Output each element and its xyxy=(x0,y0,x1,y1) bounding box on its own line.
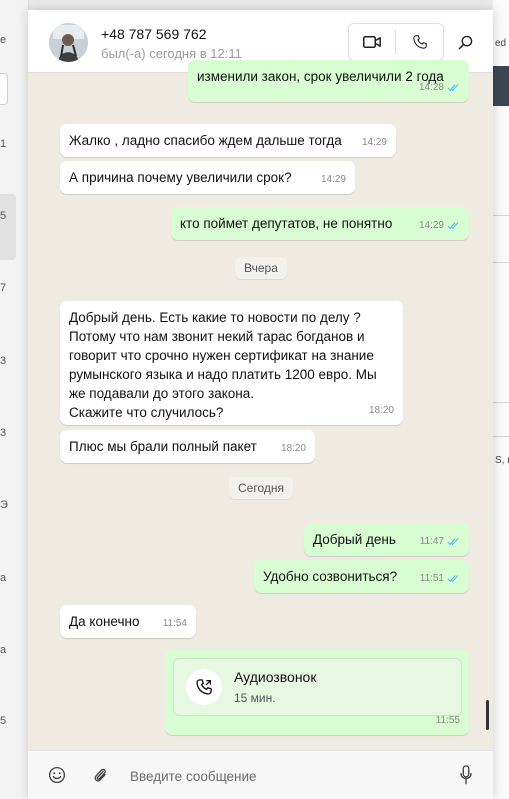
message-meta: 11:55 xyxy=(436,711,460,730)
contact-name[interactable]: +48 787 569 762 xyxy=(101,26,207,42)
background-dark-bar xyxy=(493,66,509,106)
date-separator: Сегодня xyxy=(229,477,293,499)
emoji-icon xyxy=(48,766,66,784)
background-divider xyxy=(493,215,509,216)
message-time: 18:20 xyxy=(368,405,394,416)
message-meta: 14:29 xyxy=(362,133,387,152)
background-divider xyxy=(493,436,509,437)
date-separator: Вчера xyxy=(235,257,287,279)
chat-window: +48 787 569 762 был(-а) сегодня в 12:11 xyxy=(28,10,493,799)
background-text-fragment: 5 xyxy=(0,715,7,727)
background-text-fragment: е xyxy=(0,34,7,46)
background-right-panel: ed l S, вы xyxy=(493,0,509,799)
message-meta: 11:47 xyxy=(420,532,460,551)
message-meta: 14:29 xyxy=(321,170,346,189)
background-left-panel: е 1 5 7 3 3 Э а а 5 xyxy=(0,0,29,799)
background-text-fragment: а xyxy=(0,644,7,656)
message-composer xyxy=(28,750,493,799)
message-input[interactable] xyxy=(128,763,452,789)
background-text-fragment: Э xyxy=(0,499,8,511)
outgoing-message[interactable]: изменили закон, срок увеличили 2 года 14… xyxy=(188,60,469,102)
background-field xyxy=(0,73,8,105)
paperclip-icon xyxy=(94,768,106,782)
incoming-message[interactable]: Жалко , ладно спасибо ждем дальше тогда … xyxy=(60,124,396,157)
call-log-message[interactable]: Аудиозвонок 15 мин. 11:55 xyxy=(165,650,469,735)
message-text: А причина почему увеличили срок? xyxy=(69,170,292,185)
message-text: Жалко , ладно спасибо ждем дальше тогда xyxy=(69,133,342,148)
message-time: 11:51 xyxy=(419,573,444,584)
message-time: 14:28 xyxy=(418,82,444,93)
incoming-message[interactable]: Плюс мы брали полный пакет 18:20 xyxy=(60,430,315,463)
call-buttons-group xyxy=(348,23,444,61)
audio-call-card[interactable]: Аудиозвонок 15 мин. xyxy=(173,658,462,716)
microphone-icon xyxy=(460,765,472,785)
emoji-button[interactable] xyxy=(47,765,67,785)
message-time: 14:29 xyxy=(418,220,444,231)
attach-button[interactable] xyxy=(90,765,110,785)
voice-record-button[interactable] xyxy=(456,764,476,786)
outgoing-message[interactable]: кто поймет депутатов, не понятно 14:29 xyxy=(171,207,469,240)
background-text-fragment: 5 xyxy=(0,210,7,222)
message-meta: 14:29 xyxy=(419,216,460,235)
call-icon-badge xyxy=(186,669,222,705)
message-meta: 14:28 xyxy=(419,78,460,97)
message-list[interactable]: изменили закон, срок увеличили 2 года 14… xyxy=(28,60,493,750)
background-text-fragment: 7 xyxy=(0,282,7,294)
message-time: 11:47 xyxy=(419,536,444,547)
outgoing-message[interactable]: Удобно созвониться? 11:51 xyxy=(254,560,469,593)
call-duration: 15 мин. xyxy=(234,691,276,705)
video-call-button[interactable] xyxy=(349,24,395,60)
read-ticks-icon xyxy=(447,222,459,230)
search-icon xyxy=(458,35,472,49)
message-time: 14:29 xyxy=(320,174,346,185)
background-text-fragment: 1 xyxy=(0,138,7,150)
message-time: 11:55 xyxy=(435,715,460,726)
last-seen-status: был(-а) сегодня в 12:11 xyxy=(101,46,242,61)
message-meta: 11:54 xyxy=(163,614,187,633)
background-text-fragment: ed l xyxy=(495,38,509,49)
phone-call-icon xyxy=(196,679,212,695)
message-meta: 18:20 xyxy=(369,401,394,420)
read-ticks-icon xyxy=(447,575,459,583)
message-scrollbar[interactable] xyxy=(486,700,489,730)
outgoing-message[interactable]: Добрый день 11:47 xyxy=(304,523,469,556)
background-text-fragment: а xyxy=(0,572,7,584)
message-text: Плюс мы брали полный пакет xyxy=(69,439,257,454)
message-text: Добрый день. Есть какие то новости по де… xyxy=(69,310,377,420)
contact-avatar[interactable] xyxy=(49,23,88,62)
background-text-fragment: 3 xyxy=(0,355,7,367)
incoming-message[interactable]: А причина почему увеличили срок? 14:29 xyxy=(60,161,355,194)
message-meta: 18:20 xyxy=(281,439,306,458)
incoming-message[interactable]: Да конечно 11:54 xyxy=(60,605,196,638)
video-call-icon xyxy=(363,36,381,48)
search-button[interactable] xyxy=(455,32,475,52)
read-ticks-icon xyxy=(447,84,459,92)
message-time: 14:29 xyxy=(361,137,387,148)
incoming-message[interactable]: Добрый день. Есть какие то новости по де… xyxy=(60,301,403,425)
background-text-fragment: 3 xyxy=(0,427,7,439)
background-text-fragment: S, вы xyxy=(495,455,509,466)
background-selected-item xyxy=(0,194,16,260)
read-ticks-icon xyxy=(447,538,459,546)
message-meta: 11:51 xyxy=(420,569,460,588)
background-divider xyxy=(493,262,509,263)
voice-call-button[interactable] xyxy=(396,24,443,60)
voice-call-icon xyxy=(412,35,427,49)
message-time: 18:20 xyxy=(280,443,306,454)
call-title: Аудиозвонок xyxy=(234,669,317,685)
message-time: 11:54 xyxy=(162,618,187,629)
background-divider xyxy=(493,402,509,403)
